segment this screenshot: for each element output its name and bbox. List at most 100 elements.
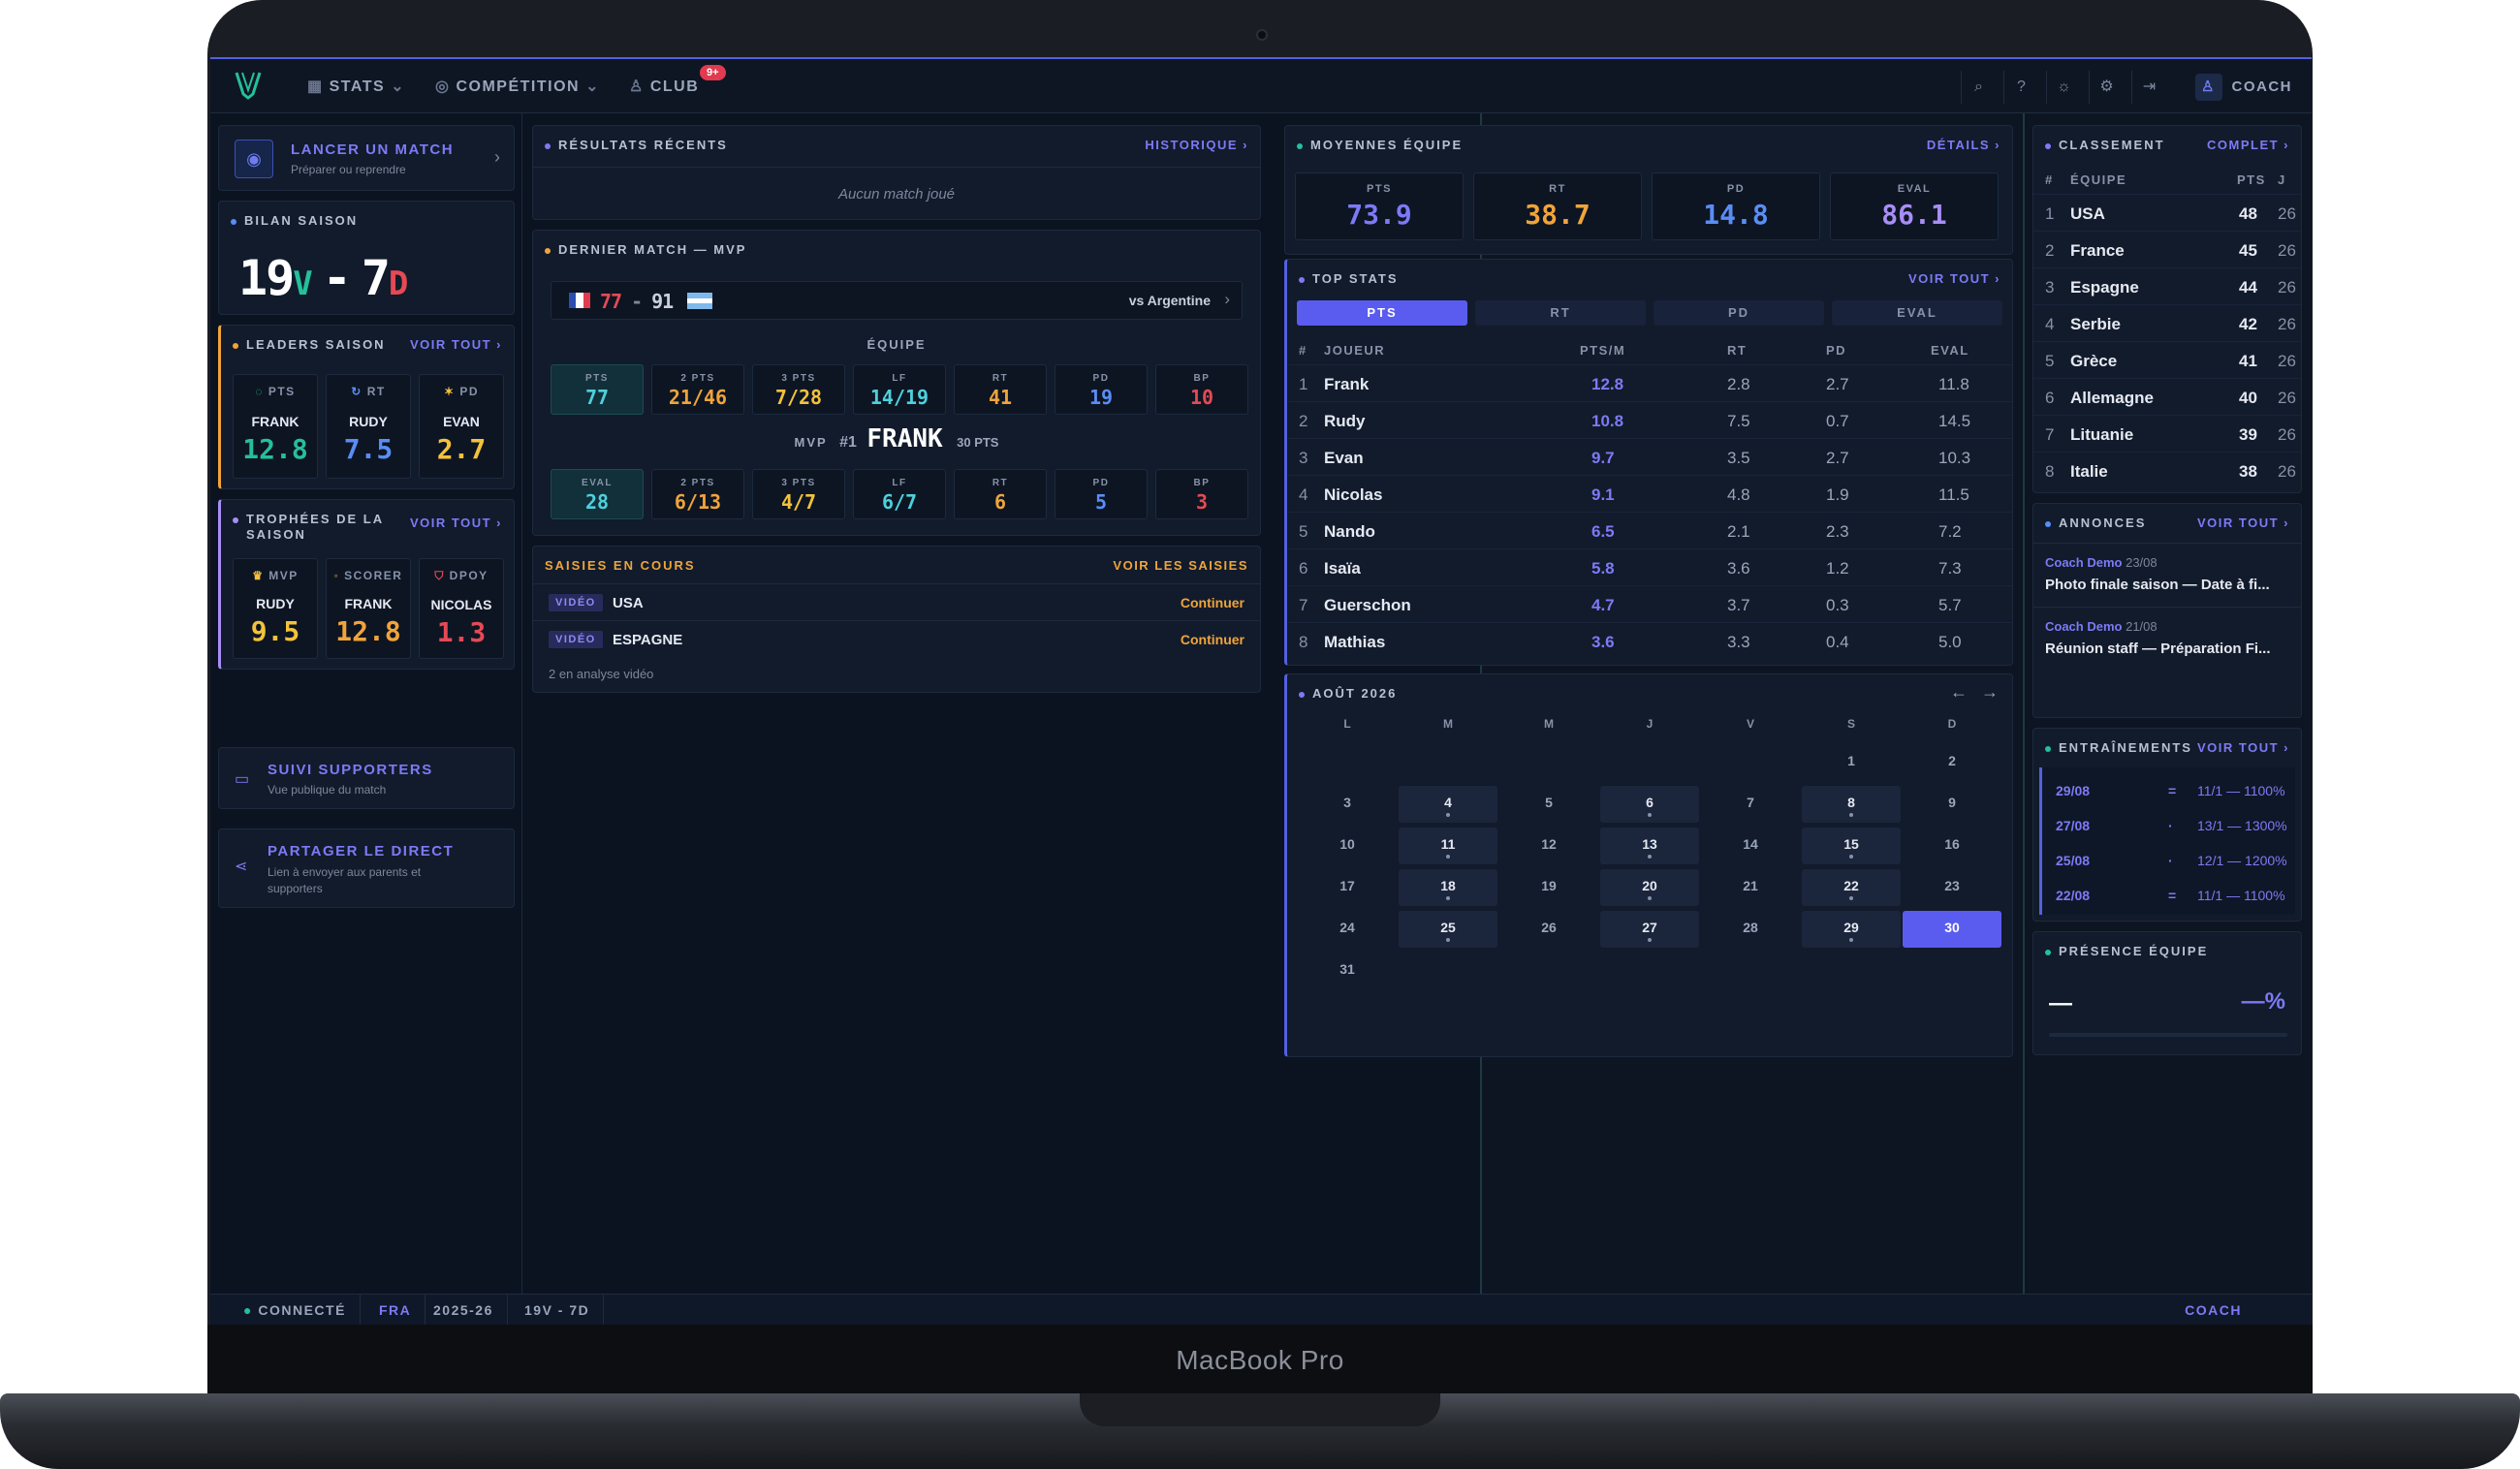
search-button[interactable]: ⌕ [1961,71,1996,104]
ranking-row[interactable]: 3 Espagne 44 26 [2033,267,2301,304]
logout-button[interactable]: ⇥ [2131,71,2166,104]
top-stats-row[interactable]: 5 Nando 6.5 2.1 2.3 7.2 [1287,512,2012,548]
tab-eval[interactable]: EVAL [1832,300,2002,326]
nav-club[interactable]: ♙ CLUB [629,77,699,96]
help-button[interactable]: ? [2003,71,2038,104]
calendar-day[interactable]: 28 [1701,911,1800,948]
see-inputs-link[interactable]: VOIR LES SAISIES [1113,558,1248,573]
calendar-day[interactable]: 20 [1600,869,1699,906]
calendar-day[interactable]: 2 [1903,744,2001,781]
ranking-row[interactable]: 7 Lituanie 39 26 [2033,415,2301,452]
bullet-icon [233,516,238,523]
calendar-day[interactable]: 12 [1499,828,1598,864]
share-live-title: PARTAGER LE DIRECT [268,843,455,860]
settings-button[interactable]: ⚙ [2089,71,2124,104]
leader-pd[interactable]: ✶ PD EVAN 2.7 [419,374,504,479]
top-stats-row[interactable]: 8 Mathias 3.6 3.3 0.4 5.0 [1287,622,2012,659]
calendar-day[interactable]: 7 [1701,786,1800,823]
tab-rt[interactable]: RT [1475,300,1646,326]
calendar-day[interactable]: 5 [1499,786,1598,823]
calendar-day[interactable]: 3 [1298,786,1397,823]
details-link[interactable]: DÉTAILS › [1927,138,2000,152]
calendar-day[interactable]: 21 [1701,869,1800,906]
calendar-day[interactable]: 10 [1298,828,1397,864]
top-stats-row[interactable]: 3 Evan 9.7 3.5 2.7 10.3 [1287,438,2012,475]
top-stats-row[interactable]: 4 Nicolas 9.1 4.8 1.9 11.5 [1287,475,2012,512]
calendar-day[interactable]: 18 [1399,869,1497,906]
user-menu[interactable]: ♙ COACH [2194,71,2293,104]
calendar-day[interactable]: 6 [1600,786,1699,823]
leaders-see-all-link[interactable]: VOIR TOUT › [410,337,502,352]
trainings-see-all-link[interactable]: VOIR TOUT › [2197,740,2289,755]
announcement-item[interactable]: Coach Demo 21/08 Réunion staff — Prépara… [2033,607,2301,671]
top-stats-row[interactable]: 2 Rudy 10.8 7.5 0.7 14.5 [1287,401,2012,438]
top-stats-row[interactable]: 1 Frank 12.8 2.8 2.7 11.8 [1287,364,2012,401]
trophies-see-all-link[interactable]: VOIR TOUT › [410,516,502,530]
app-logo-icon[interactable] [232,69,265,102]
ranking-row[interactable]: 8 Italie 38 26 [2033,452,2301,488]
mvp-stat: 3 PTS 4/7 [752,469,845,519]
calendar-day[interactable]: 16 [1903,828,2001,864]
supporters-subtitle: Vue publique du match [268,783,387,797]
calendar-day[interactable]: 31 [1298,953,1397,989]
supporters-card[interactable]: ▭ SUIVI SUPPORTERS Vue publique du match [218,747,515,809]
training-item[interactable]: 22/08 = 11/1 — 1100% [2042,880,2295,915]
nav-stats[interactable]: ▦ STATS ⌄ [307,77,411,96]
theme-button[interactable]: ☼ [2046,71,2081,104]
last-match-scoreline[interactable]: 77-91 vs Argentine › [551,281,1243,320]
calendar-day[interactable]: 27 [1600,911,1699,948]
ranking-row[interactable]: 5 Grèce 41 26 [2033,341,2301,378]
input-item[interactable]: VIDÉO USA Continuer [533,583,1260,620]
previous-month-arrow-icon[interactable]: ← [1950,682,1968,703]
nav-competition[interactable]: ◎ COMPÉTITION ⌄ [435,77,606,96]
ranking-row[interactable]: 6 Allemagne 40 26 [2033,378,2301,415]
bullet-icon [2045,745,2051,752]
trophy-mvp[interactable]: ♛ MVP RUDY 9.5 [233,558,318,659]
history-link[interactable]: HISTORIQUE › [1145,138,1248,152]
announcements-see-all-link[interactable]: VOIR TOUT › [2197,516,2289,530]
leader-pts[interactable]: ◌ PTS FRANK 12.8 [233,374,318,479]
calendar-day[interactable]: 19 [1499,869,1598,906]
calendar-day[interactable]: 1 [1802,744,1901,781]
calendar-day[interactable]: 30 [1903,911,2001,948]
calendar-day[interactable]: 15 [1802,828,1901,864]
announcement-item[interactable]: Coach Demo 23/08 Photo finale saison — D… [2033,543,2301,607]
status-bar: ● CONNECTÉ FRA 2025-26 19V - 7D COACH [210,1294,2312,1325]
launch-match-card[interactable]: ◉ LANCER UN MATCH Préparer ou reprendre … [218,125,515,191]
tab-pts[interactable]: PTS [1297,300,1467,326]
trophy-dpoy[interactable]: ⛉ DPOY NICOLAS 1.3 [419,558,504,659]
trophy-scorer[interactable]: ◦ SCORER FRANK 12.8 [326,558,411,659]
input-item[interactable]: VIDÉO ESPAGNE Continuer [533,620,1260,657]
tab-pd[interactable]: PD [1654,300,1824,326]
ranking-row[interactable]: 1 USA 48 26 [2033,194,2301,231]
calendar-day[interactable]: 11 [1399,828,1497,864]
training-item[interactable]: 27/08 · 13/1 — 1300% [2042,810,2295,845]
top-stats-row[interactable]: 7 Guerschon 4.7 3.7 0.3 5.7 [1287,585,2012,622]
calendar-day[interactable]: 8 [1802,786,1901,823]
calendar-day[interactable]: 9 [1903,786,2001,823]
language-indicator[interactable]: FRA [365,1295,426,1325]
continue-link[interactable]: Continuer [1181,595,1244,610]
calendar-day[interactable]: 26 [1499,911,1598,948]
training-item[interactable]: 25/08 · 12/1 — 1200% [2042,845,2295,880]
calendar-day[interactable]: 24 [1298,911,1397,948]
full-ranking-link[interactable]: COMPLET › [2207,138,2289,152]
continue-link[interactable]: Continuer [1181,632,1244,647]
calendar-day[interactable]: 29 [1802,911,1901,948]
top-stats-row[interactable]: 6 Isaïa 5.8 3.6 1.2 7.3 [1287,548,2012,585]
calendar-day[interactable]: 4 [1399,786,1497,823]
calendar-day[interactable]: 17 [1298,869,1397,906]
top-stats-see-all-link[interactable]: VOIR TOUT › [1908,271,2000,286]
share-live-card[interactable]: ⋖ PARTAGER LE DIRECT Lien à envoyer aux … [218,828,515,908]
calendar-day[interactable]: 23 [1903,869,2001,906]
leader-rt[interactable]: ↻ RT RUDY 7.5 [326,374,411,479]
next-month-arrow-icon[interactable]: → [1981,682,1999,703]
calendar-day[interactable]: 13 [1600,828,1699,864]
ranking-row[interactable]: 4 Serbie 42 26 [2033,304,2301,341]
calendar-day[interactable]: 14 [1701,828,1800,864]
calendar-day[interactable]: 25 [1399,911,1497,948]
video-camera-icon: ▭ [235,771,250,788]
training-item[interactable]: 29/08 = 11/1 — 1100% [2042,775,2295,810]
calendar-day[interactable]: 22 [1802,869,1901,906]
ranking-row[interactable]: 2 France 45 26 [2033,231,2301,267]
